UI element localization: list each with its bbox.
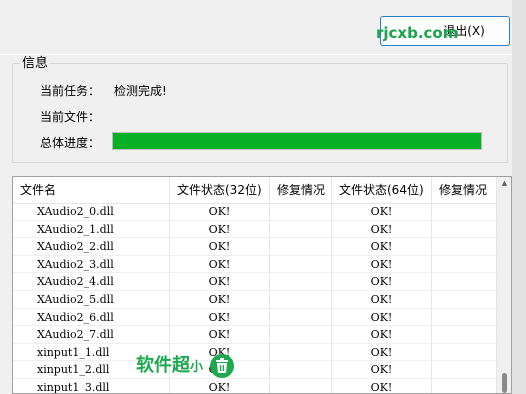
table-body: XAudio2_0.dll OK! OK! XAudio2_1.dll OK! OK! XA… bbox=[13, 203, 497, 393]
status-32-cell: OK! bbox=[170, 308, 270, 327]
filename-cell: xinput1_1.dll bbox=[13, 343, 170, 362]
status-64-cell: OK! bbox=[332, 255, 432, 274]
repair-64-cell bbox=[432, 255, 497, 274]
filename-cell: XAudio2_0.dll bbox=[13, 203, 170, 221]
table-header: 文件名 文件状态(32位) 修复情况 文件状态(64位) 修复情况 bbox=[13, 177, 511, 204]
scroll-up-icon[interactable]: ▲ bbox=[497, 179, 511, 187]
table-row[interactable]: XAudio2_6.dll OK! OK! bbox=[13, 308, 497, 327]
info-group-title: 信息 bbox=[20, 56, 51, 72]
table-row[interactable]: xinput1_3.dll OK! OK! bbox=[13, 378, 497, 393]
repair-64-cell bbox=[432, 326, 497, 344]
column-header-status-64[interactable]: 文件状态(64位) bbox=[332, 177, 432, 203]
table-row[interactable]: XAudio2_2.dll OK! OK! bbox=[13, 238, 497, 256]
column-header-repair-64[interactable]: 修复情况 bbox=[432, 177, 497, 203]
status-64-cell: OK! bbox=[332, 361, 432, 379]
filename-cell: XAudio2_3.dll bbox=[13, 255, 170, 274]
repair-64-cell bbox=[432, 220, 497, 239]
filename-cell: XAudio2_5.dll bbox=[13, 290, 170, 309]
exit-button[interactable]: 退出(X) bbox=[380, 16, 510, 46]
status-64-cell: OK! bbox=[332, 326, 432, 344]
repair-32-cell bbox=[270, 378, 332, 393]
column-header-repair-32[interactable]: 修复情况 bbox=[270, 177, 332, 203]
repair-32-cell bbox=[270, 343, 332, 362]
status-32-cell: OK! bbox=[170, 326, 270, 344]
table-row[interactable]: XAudio2_7.dll OK! OK! bbox=[13, 326, 497, 344]
repair-32-cell bbox=[270, 290, 332, 309]
table-row[interactable]: XAudio2_5.dll OK! OK! bbox=[13, 290, 497, 309]
filename-cell: XAudio2_7.dll bbox=[13, 326, 170, 344]
column-header-filename[interactable]: 文件名 bbox=[13, 177, 170, 203]
overall-progress-label: 总体进度： bbox=[40, 136, 101, 150]
window-edge bbox=[512, 0, 526, 394]
status-64-cell: OK! bbox=[332, 308, 432, 327]
repair-64-cell bbox=[432, 378, 497, 393]
repair-32-cell bbox=[270, 326, 332, 344]
current-task-value: 检测完成! bbox=[114, 84, 167, 98]
status-64-cell: OK! bbox=[332, 343, 432, 362]
status-32-cell: OK! bbox=[170, 361, 270, 379]
current-task-label: 当前任务： bbox=[40, 84, 101, 98]
status-32-cell: OK! bbox=[170, 220, 270, 239]
table-row[interactable]: XAudio2_3.dll OK! OK! bbox=[13, 255, 497, 274]
status-64-cell: OK! bbox=[332, 378, 432, 393]
repair-64-cell bbox=[432, 203, 497, 221]
scrollbar-thumb[interactable] bbox=[502, 373, 507, 393]
status-32-cell: OK! bbox=[170, 273, 270, 291]
filename-cell: XAudio2_6.dll bbox=[13, 308, 170, 327]
status-32-cell: OK! bbox=[170, 343, 270, 362]
filename-cell: XAudio2_1.dll bbox=[13, 220, 170, 239]
repair-32-cell bbox=[270, 361, 332, 379]
table-row[interactable]: xinput1_2.dll OK! OK! bbox=[13, 361, 497, 379]
repair-32-cell bbox=[270, 273, 332, 291]
repair-32-cell bbox=[270, 220, 332, 239]
table-row[interactable]: XAudio2_1.dll OK! OK! bbox=[13, 220, 497, 239]
progress-fill bbox=[113, 133, 481, 149]
status-32-cell: OK! bbox=[170, 255, 270, 274]
status-64-cell: OK! bbox=[332, 238, 432, 256]
filename-cell: XAudio2_4.dll bbox=[13, 273, 170, 291]
repair-32-cell bbox=[270, 255, 332, 274]
status-64-cell: OK! bbox=[332, 203, 432, 221]
column-header-status-32[interactable]: 文件状态(32位) bbox=[170, 177, 270, 203]
current-file-label: 当前文件： bbox=[40, 110, 101, 124]
status-32-cell: OK! bbox=[170, 203, 270, 221]
status-64-cell: OK! bbox=[332, 220, 432, 239]
table-row[interactable]: xinput1_1.dll OK! OK! bbox=[13, 343, 497, 362]
status-32-cell: OK! bbox=[170, 378, 270, 393]
filename-cell: xinput1_2.dll bbox=[13, 361, 170, 379]
repair-64-cell bbox=[432, 273, 497, 291]
repair-32-cell bbox=[270, 238, 332, 256]
exit-button-label: 退出(X) bbox=[443, 24, 485, 38]
filename-cell: XAudio2_2.dll bbox=[13, 238, 170, 256]
repair-64-cell bbox=[432, 361, 497, 379]
status-32-cell: OK! bbox=[170, 290, 270, 309]
repair-64-cell bbox=[432, 238, 497, 256]
filename-cell: xinput1_3.dll bbox=[13, 378, 170, 393]
status-64-cell: OK! bbox=[332, 290, 432, 309]
file-list-table[interactable]: 文件名 文件状态(32位) 修复情况 文件状态(64位) 修复情况 XAudio… bbox=[12, 176, 512, 394]
repair-32-cell bbox=[270, 203, 332, 221]
repair-32-cell bbox=[270, 308, 332, 327]
status-32-cell: OK! bbox=[170, 238, 270, 256]
repair-64-cell bbox=[432, 343, 497, 362]
vertical-scrollbar[interactable]: ▲ bbox=[497, 177, 511, 393]
divider bbox=[0, 54, 526, 55]
repair-64-cell bbox=[432, 290, 497, 309]
top-toolbar: 退出(X) rjcxb.com bbox=[0, 0, 526, 56]
table-row[interactable]: XAudio2_4.dll OK! OK! bbox=[13, 273, 497, 291]
overall-progress-bar bbox=[112, 132, 482, 150]
table-row[interactable]: XAudio2_0.dll OK! OK! bbox=[13, 203, 497, 221]
status-64-cell: OK! bbox=[332, 273, 432, 291]
repair-64-cell bbox=[432, 308, 497, 327]
